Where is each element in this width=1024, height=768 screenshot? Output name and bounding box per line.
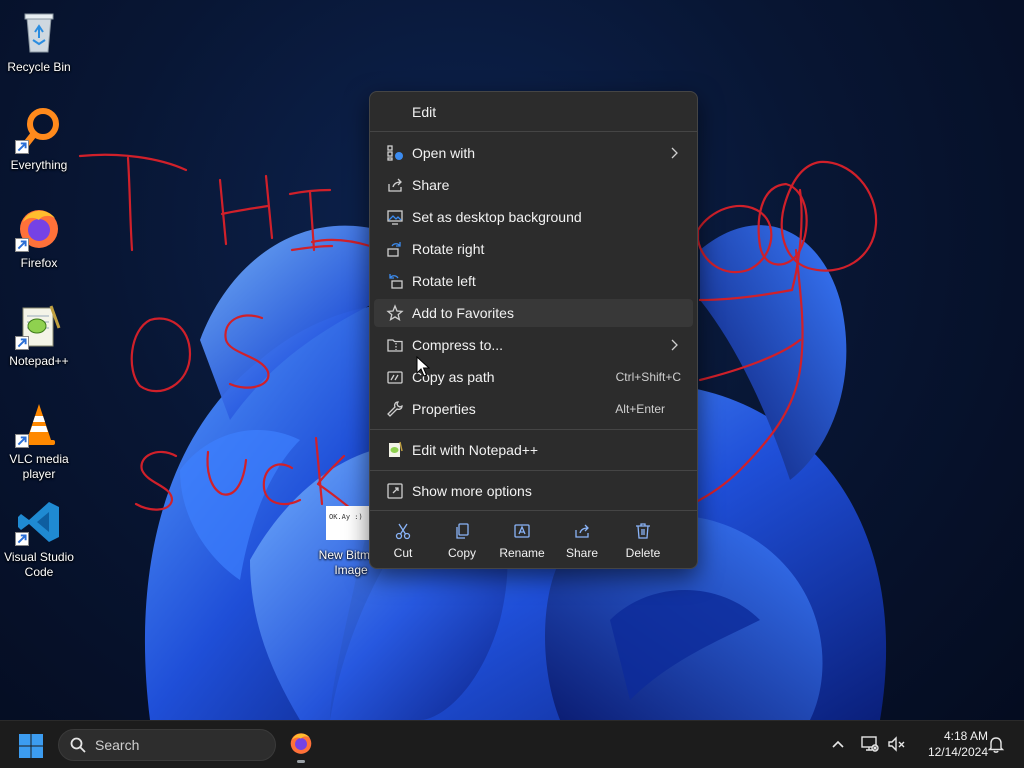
desktop-icon-everything[interactable]: Everything xyxy=(0,106,78,173)
cut-label: Cut xyxy=(393,546,413,560)
menu-item-edit-with-notepad-plus-plus[interactable]: Edit with Notepad++ xyxy=(374,436,693,464)
menu-item-rotate-right[interactable]: Rotate right xyxy=(374,235,693,263)
firefox-icon xyxy=(15,204,63,252)
share-button[interactable]: Share xyxy=(552,516,612,564)
network-disconnected-icon xyxy=(861,736,879,752)
chevron-right-icon xyxy=(671,147,678,159)
cut-button[interactable]: Cut xyxy=(373,516,433,564)
scissors-icon xyxy=(395,523,411,540)
desktop-background-icon xyxy=(386,208,404,226)
vlc-cone-icon xyxy=(15,400,63,448)
menu-item-share[interactable]: Share xyxy=(374,171,693,199)
search-input[interactable] xyxy=(95,737,265,753)
taskbar-clock[interactable]: 4:18 AM 12/14/2024 xyxy=(912,728,988,760)
network-status-button[interactable] xyxy=(860,734,880,754)
menu-separator xyxy=(370,470,697,471)
share-icon xyxy=(386,176,404,194)
desktop-icon-recycle-bin[interactable]: Recycle Bin xyxy=(0,8,78,75)
clock-time: 4:18 AM xyxy=(943,729,988,743)
more-options-icon xyxy=(386,482,404,500)
menu-item-label: Edit xyxy=(412,104,437,120)
desktop-icon-firefox[interactable]: Firefox xyxy=(0,204,78,271)
menu-item-label: Edit with Notepad++ xyxy=(412,442,539,458)
everything-search-icon xyxy=(15,106,63,154)
bell-icon xyxy=(987,737,1005,753)
speaker-muted-icon xyxy=(888,736,905,752)
menu-separator xyxy=(370,429,697,430)
trash-icon xyxy=(636,523,650,539)
shortcut-arrow-icon xyxy=(15,140,29,154)
copy-icon xyxy=(456,523,469,539)
menu-item-label: Rotate right xyxy=(412,241,485,257)
search-icon xyxy=(70,737,86,753)
open-with-icon xyxy=(386,144,404,162)
menu-item-show-more-options[interactable]: Show more options xyxy=(374,477,693,505)
notepad-plus-plus-icon xyxy=(386,441,404,459)
menu-item-edit[interactable]: Edit xyxy=(374,98,693,126)
running-app-indicator xyxy=(297,760,305,763)
menu-item-label: Show more options xyxy=(412,483,532,499)
share-label: Share xyxy=(565,546,599,560)
menu-item-label: Add to Favorites xyxy=(412,305,514,321)
zip-folder-icon xyxy=(386,336,404,354)
copy-path-icon xyxy=(386,368,404,386)
firefox-icon xyxy=(290,733,312,754)
star-icon xyxy=(386,304,404,322)
taskbar-search-box[interactable] xyxy=(58,729,276,761)
recycle-bin-icon xyxy=(15,8,63,56)
copy-button[interactable]: Copy xyxy=(432,516,492,564)
chevron-up-icon xyxy=(832,740,844,748)
menu-item-rotate-left[interactable]: Rotate left xyxy=(374,267,693,295)
mouse-cursor-icon xyxy=(416,356,430,377)
clock-date: 12/14/2024 xyxy=(927,745,988,759)
menu-item-properties[interactable]: Properties Alt+Enter xyxy=(374,395,693,423)
windows-start-button[interactable] xyxy=(18,733,44,759)
share-icon xyxy=(575,524,589,538)
menu-item-label: Open with xyxy=(412,145,476,161)
menu-item-label: Share xyxy=(412,177,450,193)
rename-label: Rename xyxy=(499,546,545,560)
wrench-icon xyxy=(386,400,404,418)
desktop-icon-label: Recycle Bin xyxy=(7,60,71,74)
volume-button[interactable] xyxy=(886,734,906,754)
rotate-right-icon xyxy=(386,240,404,258)
menu-item-shortcut: Ctrl+Shift+C xyxy=(615,370,681,384)
menu-item-label: Rotate left xyxy=(412,273,476,289)
shortcut-arrow-icon xyxy=(15,238,29,252)
show-hidden-icons-button[interactable] xyxy=(828,734,848,754)
rotate-left-icon xyxy=(386,272,404,290)
desktop-icon-vscode[interactable]: Visual Studio Code xyxy=(0,498,78,580)
bitmap-thumbnail: OK.Ay :) xyxy=(326,506,370,540)
menu-item-set-as-desktop-background[interactable]: Set as desktop background xyxy=(374,203,693,231)
taskbar: 4:18 AM 12/14/2024 xyxy=(0,720,1024,768)
desktop-icon-vlc[interactable]: VLC media player xyxy=(0,400,78,482)
menu-item-label: Compress to... xyxy=(412,337,504,353)
menu-item-open-with[interactable]: Open with xyxy=(374,139,693,167)
menu-item-label: Properties xyxy=(412,401,476,417)
menu-separator xyxy=(370,131,697,132)
notepad-plus-plus-icon xyxy=(15,302,63,350)
delete-label: Delete xyxy=(625,546,661,560)
menu-item-add-to-favorites[interactable]: Add to Favorites xyxy=(374,299,693,327)
desktop-icon-label: Visual Studio Code xyxy=(4,550,74,579)
menu-separator xyxy=(370,510,697,511)
shortcut-arrow-icon xyxy=(15,532,29,546)
desktop-icon-label: VLC media player xyxy=(9,452,69,481)
copy-label: Copy xyxy=(447,546,476,560)
menu-item-compress-to[interactable]: Compress to... xyxy=(374,331,693,359)
menu-item-label: Set as desktop background xyxy=(412,209,582,225)
menu-item-shortcut: Alt+Enter xyxy=(615,402,665,416)
vscode-icon xyxy=(15,498,63,546)
taskbar-app-firefox[interactable] xyxy=(286,727,316,763)
chevron-right-icon xyxy=(671,339,678,351)
shortcut-arrow-icon xyxy=(15,336,29,350)
shortcut-arrow-icon xyxy=(15,434,29,448)
context-menu-action-bar: Cut Copy Rename Share Delete xyxy=(370,512,697,568)
desktop-icon-notepad-plus-plus[interactable]: Notepad++ xyxy=(0,302,78,369)
context-menu: Edit Open with Share Set as desktop back… xyxy=(369,91,698,569)
rename-button[interactable]: Rename xyxy=(492,516,552,564)
rename-icon xyxy=(514,524,530,538)
delete-button[interactable]: Delete xyxy=(613,516,673,564)
notifications-button[interactable] xyxy=(986,734,1006,754)
